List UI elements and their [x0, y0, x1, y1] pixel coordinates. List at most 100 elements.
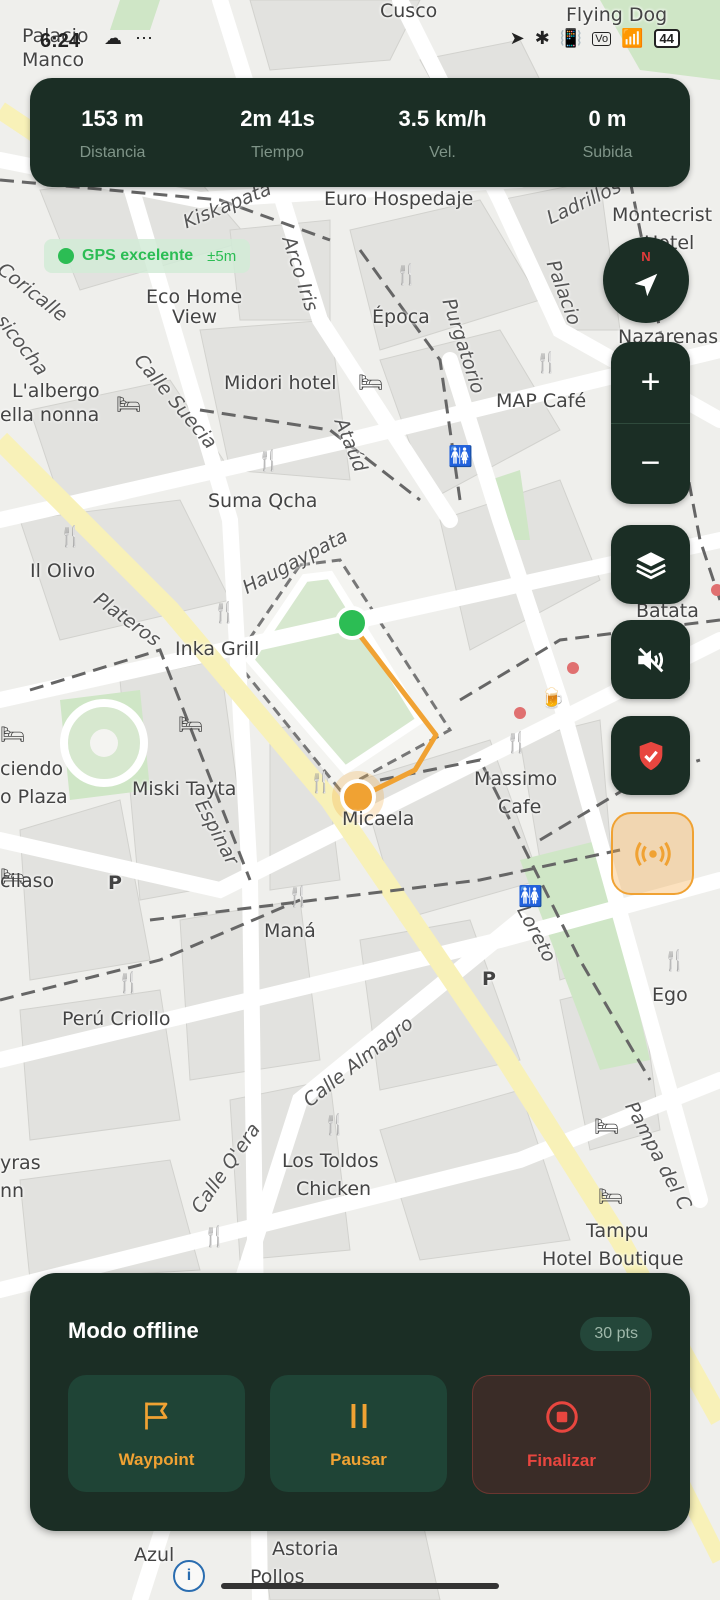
safety-button[interactable] — [611, 716, 690, 795]
hotel-icon: 🛏 — [598, 1184, 624, 1208]
toilets-icon: 🚻 — [518, 884, 543, 908]
restaurant-icon: 🍴 — [286, 884, 311, 908]
stat-value: 153 m — [81, 106, 144, 131]
hotel-icon: 🛏 — [178, 712, 204, 736]
panel-title: Modo offline — [68, 1318, 199, 1343]
gps-status-label: GPS excelente — [82, 247, 194, 264]
restaurant-icon: 🍴 — [322, 1112, 347, 1136]
status-time: 6:24 — [40, 30, 81, 52]
finish-button[interactable]: Finalizar — [472, 1375, 651, 1494]
pause-label: Pausar — [330, 1449, 387, 1469]
map-label: Cafe — [498, 796, 542, 818]
stat-label: Tiempo — [251, 144, 304, 161]
restaurant-icon: 🍴 — [394, 262, 419, 286]
restaurant-icon: 🍴 — [256, 448, 281, 472]
map-label: Los Toldos — [282, 1150, 379, 1172]
hotel-icon: 🛏 — [116, 392, 142, 416]
gps-dot-icon — [58, 248, 74, 264]
map-label: Época — [372, 306, 430, 328]
restaurant-icon: 🍴 — [504, 730, 529, 754]
restaurant-icon: 🍴 — [662, 948, 687, 972]
battery-indicator: 44 — [653, 29, 680, 48]
waypoint-button[interactable]: Waypoint — [68, 1375, 245, 1492]
map-label: Astoria — [272, 1538, 339, 1560]
status-right-icons: ➤ ✱ 📳 Vo 📶 44 — [510, 28, 680, 49]
restaurant-icon: 🍴 — [58, 524, 83, 548]
map-label: Hotel Boutique — [542, 1248, 684, 1270]
layers-icon — [635, 551, 666, 579]
stat-label: Subida — [582, 144, 633, 161]
bar-icon: 🍺 — [540, 686, 565, 710]
hotel-icon: 🛏 — [594, 1114, 620, 1138]
hotel-icon: 🛏 — [358, 370, 384, 394]
map-label: Ego — [652, 984, 688, 1006]
map-label: Micaela — [342, 808, 415, 830]
tracking-stats-card: 153 m Distancia 2m 41s Tiempo 3.5 km/h V… — [30, 78, 690, 187]
compass-button[interactable]: N — [603, 237, 689, 323]
parking-label: P — [108, 872, 122, 894]
navigation-arrow-icon — [634, 273, 658, 297]
stat-ascent: 0 m Subida — [525, 78, 690, 187]
cloud-icon: ☁ — [104, 28, 122, 48]
mute-button[interactable] — [611, 620, 690, 699]
map-label: Azul — [134, 1544, 175, 1566]
map-label: MAP Café — [496, 390, 587, 412]
map-label: Cusco — [380, 0, 438, 22]
tracking-panel: Modo offline 30 pts Waypoint Pausar Fina… — [30, 1273, 690, 1531]
status-bar: 6:24 ☁ ⋯ ➤ ✱ 📳 Vo 📶 44 — [0, 26, 720, 56]
map-label: Flying Dog — [566, 4, 668, 26]
map-label: Il Olivo — [30, 560, 96, 582]
map-label: Eco Home — [146, 286, 243, 308]
restaurant-icon: 🍴 — [308, 770, 333, 794]
map-attribution-info-icon[interactable]: i — [173, 1560, 205, 1592]
hotel-icon: 🛏 — [0, 864, 26, 888]
bluetooth-icon: ✱ — [534, 28, 550, 48]
map-label: ciendo — [0, 758, 64, 780]
layers-button[interactable] — [611, 525, 690, 604]
map-label: nn — [0, 1180, 25, 1202]
map-label: Maná — [264, 920, 316, 942]
pause-icon — [351, 1403, 366, 1428]
map-label: Suma Qcha — [208, 490, 318, 512]
restaurant-icon: 🍴 — [212, 600, 237, 624]
map-label: Tampu — [586, 1220, 649, 1242]
map-label: Midori hotel — [224, 372, 337, 394]
restaurant-icon: 🍴 — [116, 970, 141, 994]
zoom-out-button[interactable]: − — [611, 424, 690, 505]
map-label: View — [172, 306, 218, 328]
stat-distance: 153 m Distancia — [30, 78, 195, 187]
map-label: Inka Grill — [175, 638, 260, 660]
hotel-icon: 🛏 — [0, 722, 26, 746]
zoom-in-button[interactable]: + — [611, 342, 690, 423]
home-gesture-bar[interactable] — [221, 1583, 499, 1589]
pause-button[interactable]: Pausar — [270, 1375, 447, 1492]
broadcast-signal-icon — [634, 841, 671, 866]
broadcast-button[interactable] — [611, 812, 694, 895]
zoom-control: + − — [611, 342, 690, 504]
finish-label: Finalizar — [527, 1450, 596, 1470]
restaurant-icon: 🍴 — [534, 350, 559, 374]
stat-label: Distancia — [79, 144, 146, 161]
map-label: Euro Hospedaje — [324, 188, 474, 210]
stat-value: 0 m — [588, 106, 627, 131]
gps-accuracy: ±5m — [207, 247, 237, 265]
map-label: ella nonna — [0, 404, 100, 426]
stat-time: 2m 41s Tiempo — [195, 78, 360, 187]
map-label: Miski Tayta — [132, 778, 237, 800]
map-label: Massimo — [474, 768, 558, 790]
stat-speed: 3.5 km/h Vel. — [360, 78, 525, 187]
map-label: L'albergo — [12, 380, 100, 402]
location-arrow-icon: ➤ — [509, 28, 525, 48]
waypoint-label: Waypoint — [118, 1449, 195, 1469]
map-label: Chicken — [296, 1178, 372, 1200]
points-badge: 30 pts — [580, 1317, 652, 1351]
volte-icon: Vo — [592, 31, 612, 46]
flag-icon — [144, 1402, 167, 1429]
vibrate-off-icon: 📳 — [559, 28, 583, 48]
map-label: o Plaza — [0, 786, 68, 808]
restaurant-icon: 🍴 — [202, 1224, 227, 1248]
status-left-icons: ☁ ⋯ — [104, 28, 153, 49]
parking-label: P — [482, 968, 496, 990]
shield-check-icon — [639, 741, 662, 770]
stat-value: 3.5 km/h — [398, 106, 487, 131]
